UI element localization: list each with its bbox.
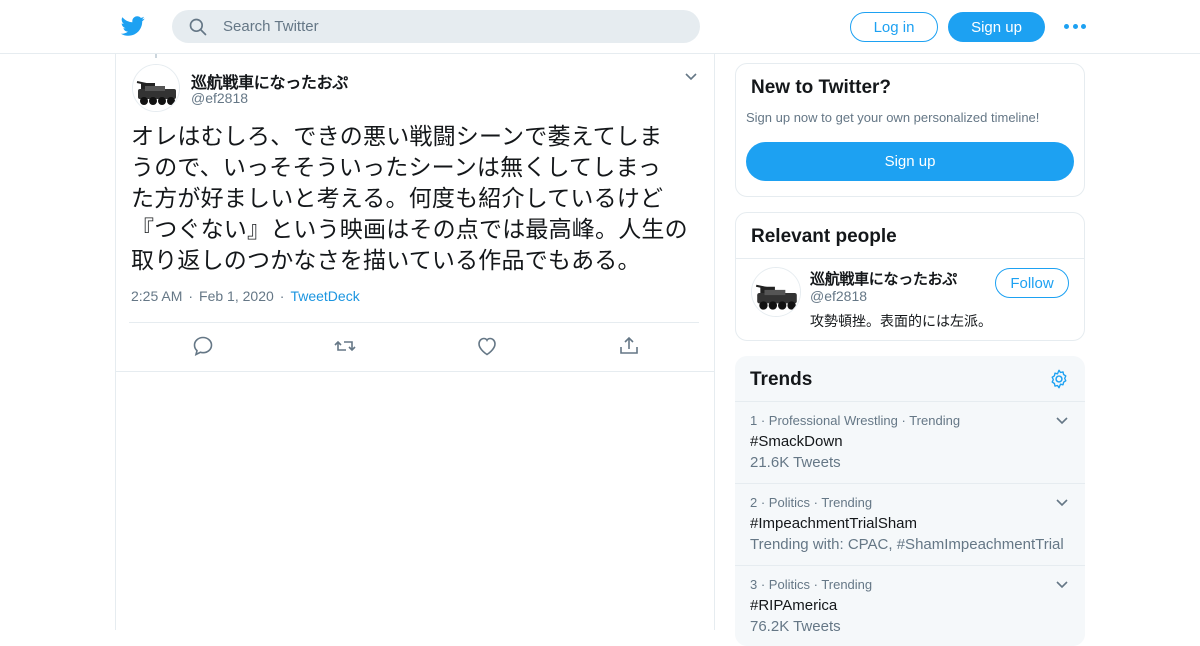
divider bbox=[129, 322, 699, 323]
signup-button[interactable]: Sign up bbox=[746, 142, 1074, 181]
trend-name[interactable]: #SmackDown bbox=[750, 433, 843, 450]
tweet-text-line: 『つぐない』という映画はその点では最高峰。人生の bbox=[131, 217, 688, 243]
card-title: Relevant people bbox=[751, 226, 897, 247]
divider bbox=[736, 258, 1084, 259]
twitter-logo-icon[interactable] bbox=[120, 14, 146, 38]
chevron-down-icon[interactable] bbox=[1055, 414, 1069, 428]
more-options-icon[interactable] bbox=[1064, 18, 1086, 34]
separator-dot: · bbox=[279, 288, 285, 304]
like-icon[interactable] bbox=[475, 334, 499, 358]
relevant-people-card: Relevant people 巡航戦車になったおぷ @ef2818 攻勢頓挫。… bbox=[735, 212, 1085, 341]
signup-prompt: Sign up now to get your own personalized… bbox=[746, 110, 1040, 125]
gear-icon[interactable] bbox=[1048, 368, 1070, 390]
follow-button[interactable]: Follow bbox=[995, 268, 1069, 298]
trend-meta: 1 · Professional Wrestling · Trending bbox=[750, 413, 961, 428]
card-title: New to Twitter? bbox=[751, 77, 892, 98]
search-bar[interactable] bbox=[172, 10, 700, 43]
tweet-text-line: た方が好ましいと考える。何度も紹介しているけど bbox=[131, 186, 664, 212]
thread-connector bbox=[155, 54, 157, 58]
trend-meta: 3 · Politics · Trending bbox=[750, 577, 873, 592]
reply-icon[interactable] bbox=[191, 334, 215, 358]
tweet-metadata: 2:25 AM · Feb 1, 2020 · TweetDeck bbox=[131, 288, 360, 304]
trend-name[interactable]: #RIPAmerica bbox=[750, 597, 837, 614]
tweet-actions bbox=[116, 334, 714, 360]
author-handle[interactable]: @ef2818 bbox=[191, 90, 248, 106]
new-to-twitter-card: New to Twitter? Sign up now to get your … bbox=[735, 63, 1085, 197]
tank-avatar-icon bbox=[133, 65, 179, 111]
retweet-icon[interactable] bbox=[333, 334, 357, 358]
share-icon[interactable] bbox=[617, 334, 641, 358]
tank-avatar-icon bbox=[752, 268, 800, 316]
signup-button[interactable]: Sign up bbox=[948, 12, 1045, 42]
tweet-date[interactable]: Feb 1, 2020 bbox=[199, 288, 274, 304]
trend-name[interactable]: #ImpeachmentTrialSham bbox=[750, 515, 917, 532]
trend-item[interactable]: 3 · Politics · Trending #RIPAmerica 76.2… bbox=[735, 565, 1085, 646]
search-input[interactable] bbox=[223, 18, 663, 35]
person-bio: 攻勢頓挫。表面的には左派。 bbox=[810, 314, 992, 330]
card-title: Trends bbox=[750, 369, 813, 390]
chevron-down-icon[interactable] bbox=[1055, 578, 1069, 592]
divider bbox=[116, 371, 714, 372]
trend-detail: Trending with: CPAC, #ShamImpeachmentTri… bbox=[750, 536, 1064, 553]
tweet-text: オレはむしろ、できの悪い戦闘シーンで萎えてしま うので、いっそそういったシーンは… bbox=[131, 122, 691, 277]
trend-item[interactable]: 2 · Politics · Trending #ImpeachmentTria… bbox=[735, 483, 1085, 565]
login-button[interactable]: Log in bbox=[850, 12, 938, 42]
chevron-down-icon[interactable] bbox=[684, 70, 698, 84]
chevron-down-icon[interactable] bbox=[1055, 496, 1069, 510]
separator-dot: · bbox=[188, 288, 194, 304]
tweet-text-line: うので、いっそそういったシーンは無くしてしまっ bbox=[131, 155, 661, 181]
person-avatar[interactable] bbox=[751, 267, 801, 317]
person-name[interactable]: 巡航戦車になったおぷ bbox=[810, 268, 957, 289]
trend-detail: 21.6K Tweets bbox=[750, 454, 841, 471]
author-avatar[interactable] bbox=[132, 64, 180, 112]
tweet-text-line: オレはむしろ、できの悪い戦闘シーンで萎えてしま bbox=[131, 124, 663, 150]
trends-card: Trends 1 · Professional Wrestling · Tren… bbox=[735, 356, 1085, 646]
tweet-text-line: 取り返しのつかなさを描いている作品でもある。 bbox=[131, 248, 641, 274]
tweet-time[interactable]: 2:25 AM bbox=[131, 288, 182, 304]
tweet-detail: 巡航戦車になったおぷ @ef2818 オレはむしろ、できの悪い戦闘シーンで萎えて… bbox=[115, 54, 715, 630]
trend-detail: 76.2K Tweets bbox=[750, 618, 841, 635]
trend-meta: 2 · Politics · Trending bbox=[750, 495, 873, 510]
person-handle[interactable]: @ef2818 bbox=[810, 288, 867, 304]
trend-item[interactable]: 1 · Professional Wrestling · Trending #S… bbox=[735, 401, 1085, 483]
search-icon bbox=[189, 18, 207, 35]
tweet-source-link[interactable]: TweetDeck bbox=[290, 288, 359, 304]
top-bar: Log in Sign up bbox=[0, 0, 1200, 54]
